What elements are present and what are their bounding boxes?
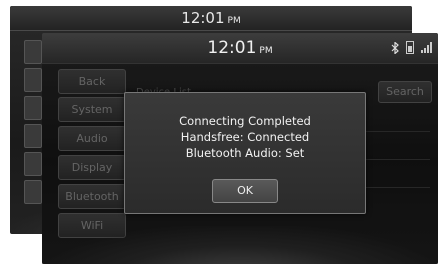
signal-icon [421,42,432,53]
back-menu-button[interactable] [24,152,42,176]
front-time: 12:01 [207,38,257,58]
back-time: 12:01 [181,9,225,27]
back-clock: 12:01 PM [10,9,412,27]
dialog-message: Connecting Completed Handsfree: Connecte… [125,113,365,161]
back-menu-button[interactable] [24,96,42,120]
back-ampm: PM [227,16,241,26]
back-menu-button[interactable] [24,124,42,148]
connection-dialog: Connecting Completed Handsfree: Connecte… [124,92,366,214]
back-menu-button[interactable] [24,68,42,92]
dialog-line-handsfree: Handsfree: Connected [180,130,310,144]
front-status-bar: 12:01 PM [42,33,438,64]
dialog-line-audio: Bluetooth Audio: Set [185,146,305,160]
front-clock: 12:01 PM [42,38,438,58]
ok-button[interactable]: OK [212,179,278,203]
status-icons [391,41,432,54]
battery-icon [406,41,414,54]
back-status-bar: 12:01 PM [10,6,412,31]
front-ampm: PM [259,46,273,56]
back-menu-button[interactable] [24,40,42,64]
bluetooth-icon [391,41,399,54]
dialog-line-status: Connecting Completed [179,114,311,128]
